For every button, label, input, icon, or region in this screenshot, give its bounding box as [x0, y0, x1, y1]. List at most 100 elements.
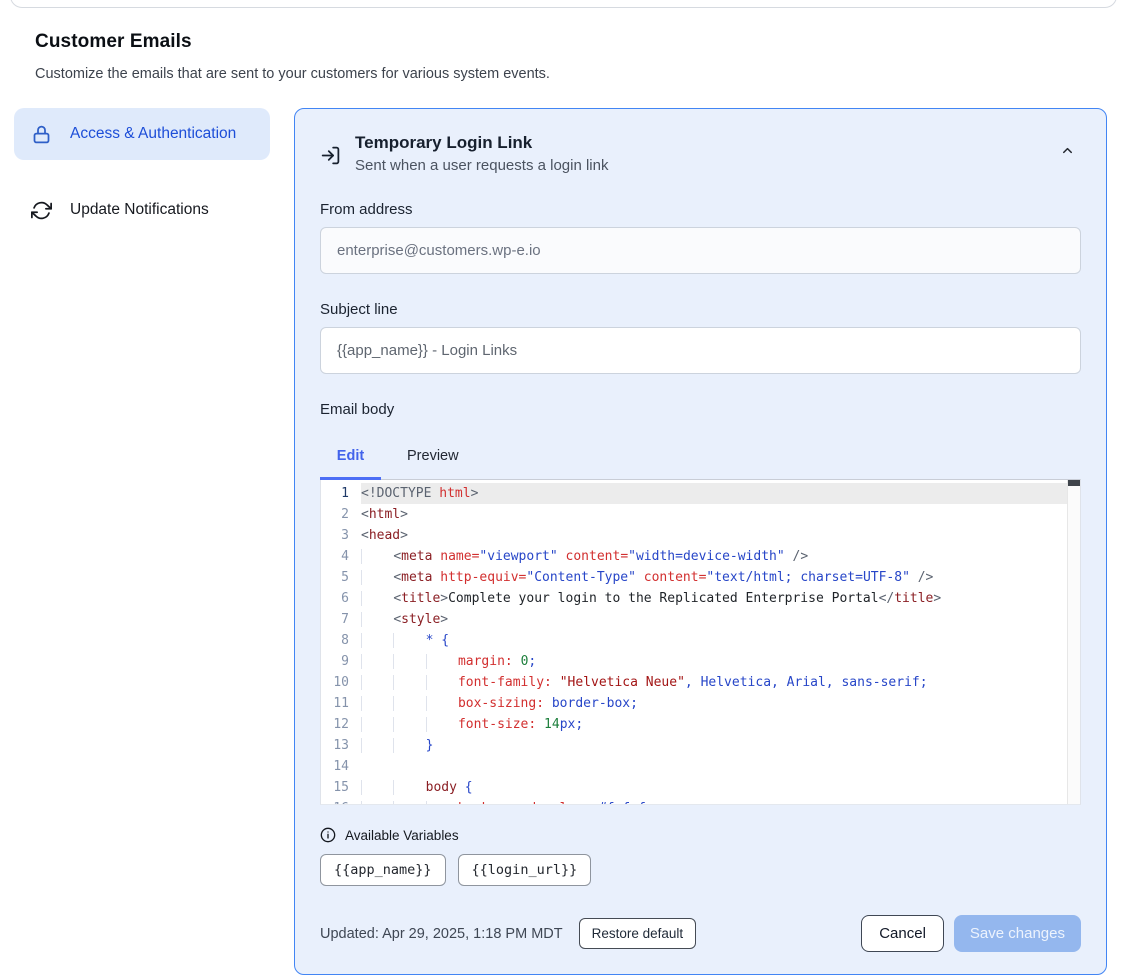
chevron-up-icon: [1060, 143, 1075, 158]
code-token: Complete your login to the Replicated En…: [448, 591, 878, 606]
code-line[interactable]: 16 background-color: #fafafa;: [321, 798, 1080, 805]
line-number: 10: [321, 672, 361, 693]
indent-guide: [361, 654, 393, 669]
line-number: 2: [321, 504, 361, 525]
code-token: "text/html; charset=UTF-8": [706, 570, 910, 585]
sidebar-item-access-authentication[interactable]: Access & Authentication: [14, 108, 270, 160]
collapse-panel-button[interactable]: [1054, 137, 1081, 164]
code-token: [513, 654, 521, 669]
code-line[interactable]: 1<!DOCTYPE html>: [321, 483, 1080, 504]
code-token: {: [465, 780, 473, 795]
code-line[interactable]: 7 <style>: [321, 609, 1080, 630]
code-line-content: body {: [361, 777, 1080, 798]
code-token: http-equiv=: [440, 570, 526, 585]
sidebar-gap: [14, 160, 270, 184]
code-token: body: [426, 780, 457, 795]
from-address-label: From address: [320, 201, 1081, 218]
code-token: [544, 696, 552, 711]
code-line-content: margin: 0;: [361, 651, 1080, 672]
code-line[interactable]: 12 font-size: 14px;: [321, 714, 1080, 735]
code-token: font-size:: [458, 717, 536, 732]
line-number: 6: [321, 588, 361, 609]
code-line-content: font-family: "Helvetica Neue", Helvetica…: [361, 672, 1080, 693]
code-token: name=: [440, 549, 479, 564]
save-changes-button[interactable]: Save changes: [954, 915, 1081, 952]
code-token: [693, 675, 701, 690]
indent-guide: [393, 717, 425, 732]
code-line[interactable]: 8 * {: [321, 630, 1080, 651]
tab-preview[interactable]: Preview: [407, 439, 459, 479]
code-token: <: [361, 528, 369, 543]
code-line-content: <html>: [361, 504, 1080, 525]
indent-guide: [426, 696, 458, 711]
email-body-code-editor[interactable]: 1<!DOCTYPE html>2<html>3<head>4 <meta na…: [320, 479, 1081, 805]
tab-edit[interactable]: Edit: [320, 439, 381, 479]
code-token: meta: [401, 549, 432, 564]
code-line[interactable]: 11 box-sizing: border-box;: [321, 693, 1080, 714]
code-line[interactable]: 15 body {: [321, 777, 1080, 798]
code-token: html: [369, 507, 400, 522]
code-line[interactable]: 9 margin: 0;: [321, 651, 1080, 672]
code-token: }: [426, 738, 434, 753]
code-line[interactable]: 10 font-family: "Helvetica Neue", Helvet…: [321, 672, 1080, 693]
panel-title: Temporary Login Link: [355, 133, 1054, 153]
code-token: >: [440, 612, 448, 627]
code-token: Helvetica, Arial, sans-serif;: [701, 675, 928, 690]
line-number: 14: [321, 756, 361, 777]
code-token: <: [393, 612, 401, 627]
previous-card-bottom-edge: [10, 0, 1117, 8]
code-line[interactable]: 2<html>: [321, 504, 1080, 525]
indent-guide: [426, 717, 458, 732]
indent-guide: [361, 801, 393, 805]
code-token: "Helvetica Neue": [560, 675, 685, 690]
code-line-content: }: [361, 735, 1080, 756]
sidebar-item-label: Update Notifications: [70, 198, 209, 222]
from-address-input[interactable]: [320, 227, 1081, 274]
refresh-icon: [30, 200, 52, 221]
line-number: 13: [321, 735, 361, 756]
code-line-content: * {: [361, 630, 1080, 651]
code-line[interactable]: 4 <meta name="viewport" content="width=d…: [321, 546, 1080, 567]
available-variables-header: Available Variables: [320, 827, 1081, 843]
indent-guide: [361, 549, 393, 564]
variable-chip-app-name[interactable]: {{app_name}}: [320, 854, 446, 886]
code-line[interactable]: 3<head>: [321, 525, 1080, 546]
code-token: <: [393, 570, 401, 585]
code-token: #fafafa;: [599, 801, 662, 805]
scrollbar-thumb[interactable]: [1068, 480, 1080, 486]
code-line[interactable]: 13 }: [321, 735, 1080, 756]
code-line[interactable]: 6 <title>Complete your login to the Repl…: [321, 588, 1080, 609]
indent-guide: [361, 738, 393, 753]
code-line[interactable]: 14: [321, 756, 1080, 777]
code-token: >: [400, 528, 408, 543]
code-line[interactable]: 5 <meta http-equiv="Content-Type" conten…: [321, 567, 1080, 588]
temporary-login-link-panel: Temporary Login Link Sent when a user re…: [294, 108, 1107, 975]
cancel-button[interactable]: Cancel: [861, 915, 944, 952]
line-number: 1: [321, 483, 361, 504]
code-token: ,: [685, 675, 693, 690]
indent-guide: [426, 801, 458, 805]
sidebar-item-update-notifications[interactable]: Update Notifications: [14, 184, 270, 236]
code-token: ;: [528, 654, 536, 669]
subject-line-input[interactable]: [320, 327, 1081, 374]
panel-header: Temporary Login Link Sent when a user re…: [320, 133, 1081, 174]
code-token: [591, 801, 599, 805]
email-body-label: Email body: [320, 401, 1081, 418]
code-line-content: <meta http-equiv="Content-Type" content=…: [361, 567, 1080, 588]
code-line-content: background-color: #fafafa;: [361, 798, 1080, 805]
code-token: title: [894, 591, 933, 606]
indent-guide: [426, 675, 458, 690]
code-token: [536, 717, 544, 732]
code-line-content: <meta name="viewport" content="width=dev…: [361, 546, 1080, 567]
variable-chip-login-url[interactable]: {{login_url}}: [458, 854, 592, 886]
editor-vertical-scrollbar[interactable]: [1067, 480, 1080, 804]
code-token: "viewport": [479, 549, 557, 564]
code-token: [558, 549, 566, 564]
indent-guide: [393, 633, 425, 648]
code-token: >: [933, 591, 941, 606]
code-lines-container: 1<!DOCTYPE html>2<html>3<head>4 <meta na…: [321, 480, 1080, 805]
code-token: title: [401, 591, 440, 606]
restore-default-button[interactable]: Restore default: [579, 918, 697, 949]
indent-guide: [426, 654, 458, 669]
code-token: <: [361, 507, 369, 522]
